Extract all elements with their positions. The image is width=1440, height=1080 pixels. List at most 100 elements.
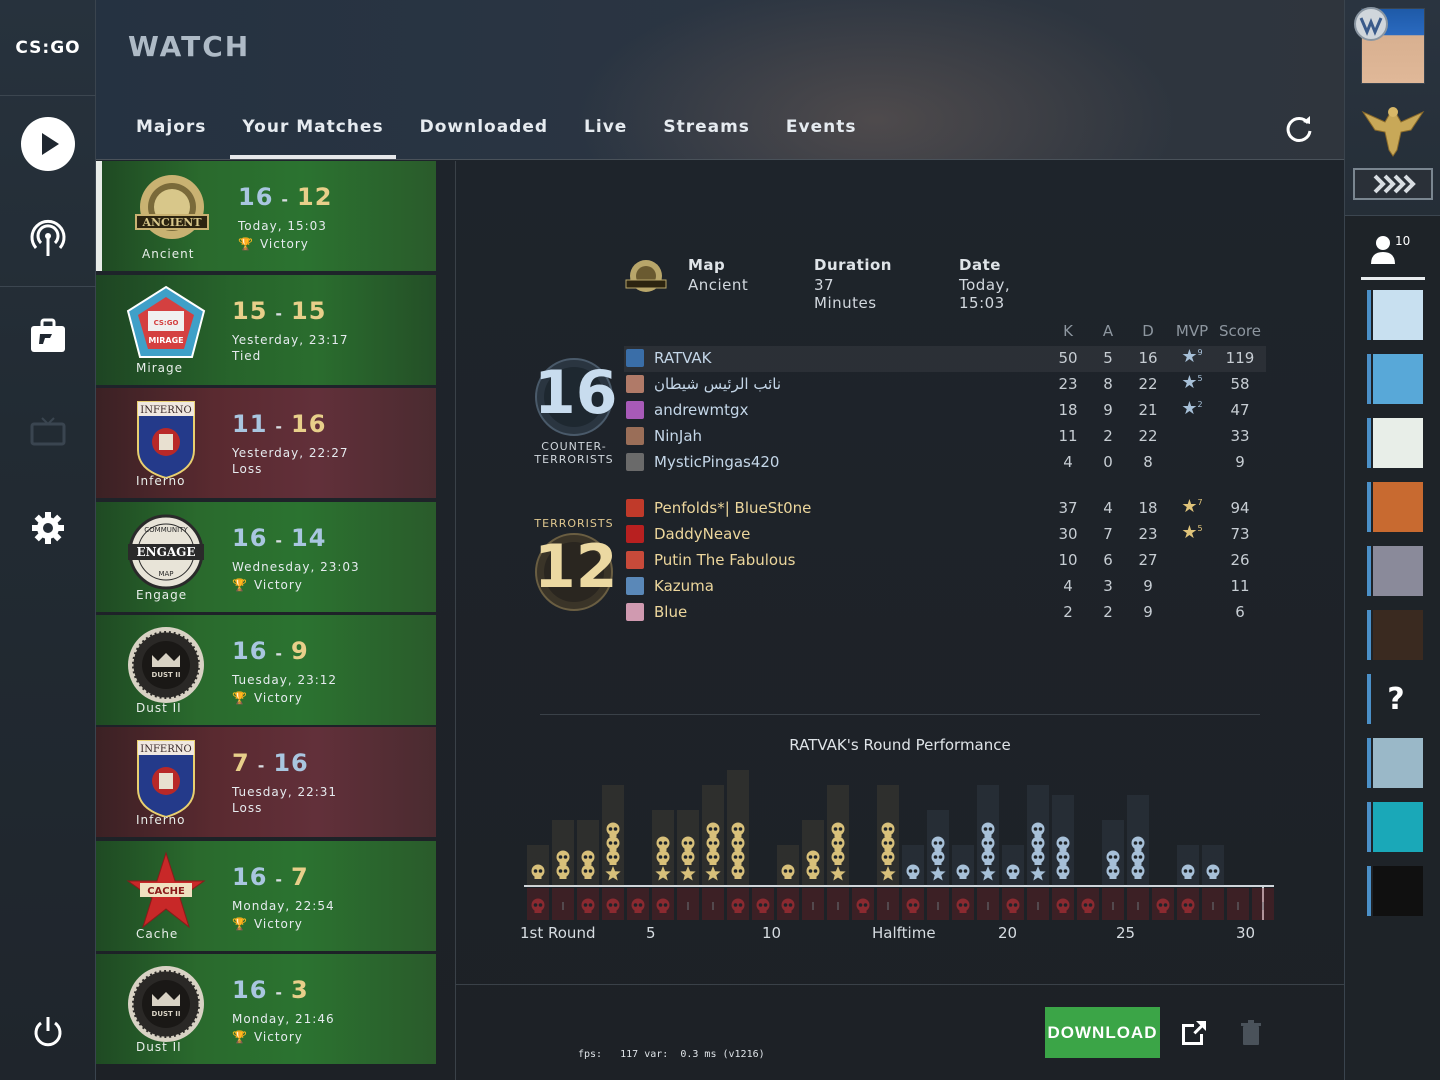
- mvp-star-icon: ★5: [1181, 522, 1203, 543]
- friend-avatar[interactable]: [1367, 738, 1423, 788]
- match-item-dust2[interactable]: DUST II Dust II 16-3 Monday, 21:46 🏆 Vict…: [96, 954, 436, 1064]
- match-item-engage[interactable]: COMMUNITY ENGAGE MAP Engage 16-14 Wednesda…: [96, 502, 436, 612]
- t-label: TERRORISTS: [534, 517, 614, 530]
- col-score: Score: [1218, 322, 1261, 340]
- t-player-row[interactable]: DaddyNeave 30 7 23 73 ★5: [624, 522, 1266, 548]
- friend-avatar[interactable]: [1367, 610, 1423, 660]
- emblem-lettering: MIRAGE: [148, 336, 183, 345]
- ct-player-row[interactable]: RATVAK 50 5 16 119 ★9: [624, 346, 1266, 372]
- score-t: 3: [291, 976, 309, 1004]
- mvp-star-icon: ★7: [1181, 496, 1203, 517]
- eagle-rank-icon[interactable]: [1361, 98, 1425, 158]
- tab-live[interactable]: Live: [566, 108, 645, 160]
- tab-downloaded[interactable]: Downloaded: [402, 108, 566, 160]
- map-name: Mirage: [136, 361, 183, 375]
- ct-player-row[interactable]: NinJah 11 2 22 33: [624, 424, 1266, 450]
- col-assists: A: [1102, 322, 1114, 340]
- match-item-ancient[interactable]: ANCIENT Ancient 16-12 Today, 15:03 🏆 Vict…: [96, 161, 436, 271]
- player-k: 4: [1063, 453, 1073, 471]
- friend-avatar[interactable]: [1367, 418, 1423, 468]
- tab-events[interactable]: Events: [768, 108, 875, 160]
- trash-icon[interactable]: [1240, 1020, 1262, 1046]
- friend-avatar[interactable]: [1367, 354, 1423, 404]
- score-t: 16: [273, 749, 309, 777]
- refresh-icon[interactable]: [1284, 114, 1314, 144]
- level-badge[interactable]: [1353, 168, 1433, 200]
- emblem-lettering: ANCIENT: [141, 216, 202, 229]
- player-avatar: [626, 427, 644, 445]
- player-avatar: [626, 375, 644, 393]
- map-value: Ancient: [688, 276, 749, 294]
- friend-avatar[interactable]: [1367, 482, 1423, 532]
- player-score: 33: [1230, 427, 1250, 445]
- match-date: Monday, 21:46: [232, 1012, 335, 1026]
- match-result: Tied: [232, 349, 262, 363]
- match-result: 🏆 Victory: [232, 691, 303, 705]
- score-ct: 16: [232, 637, 268, 665]
- power-button[interactable]: [0, 1002, 96, 1062]
- watch-nav-button[interactable]: [0, 208, 96, 268]
- ct-label-line2: TERRORISTS: [534, 453, 614, 466]
- result-label: Victory: [253, 917, 303, 931]
- t-player-row[interactable]: Putin The Fabulous 10 6 27 26: [624, 548, 1266, 574]
- mirage-map-emblem: CS:GO MIRAGE: [126, 285, 206, 358]
- emblem-lettering: DUST II: [152, 1010, 181, 1018]
- player-a: 3: [1103, 577, 1113, 595]
- date-label: Date: [959, 256, 1001, 274]
- ct-player-row[interactable]: MysticPingas420 4 0 8 9: [624, 450, 1266, 476]
- map-name: Engage: [136, 588, 188, 602]
- match-item-inferno[interactable]: INFERNO Inferno 7-16 Tuesday, 22:31 Loss: [96, 727, 436, 837]
- settings-button[interactable]: [0, 498, 96, 558]
- match-item-cache[interactable]: CACHE Cache 16-7 Monday, 22:54 🏆 Victory: [96, 841, 436, 951]
- friend-picture: [1373, 354, 1423, 404]
- x-label-halftime: Halftime: [872, 924, 936, 942]
- tv-button[interactable]: [0, 402, 96, 462]
- tab-streams[interactable]: Streams: [645, 108, 768, 160]
- player-avatar: [626, 453, 644, 471]
- player-avatar: [626, 551, 644, 569]
- inferno-map-emblem: INFERNO: [137, 740, 195, 817]
- score-ct: 16: [232, 976, 268, 1004]
- download-button[interactable]: DOWNLOAD: [1045, 1007, 1160, 1058]
- match-item-inferno[interactable]: INFERNO Inferno 11-16 Yesterday, 22:27 L…: [96, 388, 436, 498]
- score-ct: 15: [232, 297, 268, 325]
- score-t: 7: [291, 863, 309, 891]
- col-mvp: MVP: [1175, 322, 1209, 340]
- round-performance-plot: [524, 770, 1274, 924]
- friends-tab[interactable]: 10: [1361, 230, 1425, 280]
- tab-your-matches[interactable]: Your Matches: [224, 108, 401, 160]
- emblem-lettering: INFERNO: [140, 405, 191, 416]
- x-label-30: 30: [1236, 924, 1256, 942]
- match-score: 16-9: [232, 637, 309, 665]
- ct-player-row[interactable]: نائب الرئيس شيطان 23 8 22 58 ★5: [624, 372, 1266, 398]
- ct-player-row[interactable]: andrewmtgx 18 9 21 47 ★2: [624, 398, 1266, 424]
- friend-avatar[interactable]: [1367, 290, 1423, 340]
- player-k: 4: [1063, 577, 1073, 595]
- match-list: ANCIENT Ancient 16-12 Today, 15:03 🏆 Vict…: [96, 161, 456, 1080]
- external-link-icon[interactable]: [1178, 1018, 1208, 1048]
- player-d: 9: [1143, 603, 1153, 621]
- friend-avatar[interactable]: [1367, 866, 1423, 916]
- inventory-button[interactable]: [0, 306, 96, 366]
- player-k: 50: [1058, 349, 1078, 367]
- player-name: Putin The Fabulous: [654, 551, 796, 569]
- unknown-friend-icon[interactable]: ?: [1367, 674, 1421, 724]
- csgo-logo[interactable]: CS:GO: [0, 0, 96, 96]
- friend-picture: [1373, 482, 1423, 532]
- friend-avatar[interactable]: [1367, 802, 1423, 852]
- play-button[interactable]: [0, 114, 96, 174]
- left-sidebar: CS:GO: [0, 0, 96, 1080]
- result-label: Victory: [259, 237, 309, 251]
- t-player-row[interactable]: Blue 2 2 9 6: [624, 600, 1266, 626]
- friend-avatar[interactable]: [1367, 546, 1423, 596]
- match-item-dust2[interactable]: DUST II Dust II 16-9 Tuesday, 23:12 🏆 Vic…: [96, 615, 436, 725]
- tab-majors[interactable]: Majors: [118, 108, 224, 160]
- player-k: 37: [1058, 499, 1078, 517]
- match-score: 16-7: [232, 863, 309, 891]
- t-player-row[interactable]: Kazuma 4 3 9 11: [624, 574, 1266, 600]
- t-player-row[interactable]: Penfolds*| BlueSt0ne 37 4 18 94 ★7: [624, 496, 1266, 522]
- player-d: 8: [1143, 453, 1153, 471]
- match-score: 16-3: [232, 976, 309, 1004]
- match-item-mirage[interactable]: CS:GO MIRAGE Mirage 15-15 Yesterday, 23:1…: [96, 275, 436, 385]
- score-ct: 16: [238, 183, 274, 211]
